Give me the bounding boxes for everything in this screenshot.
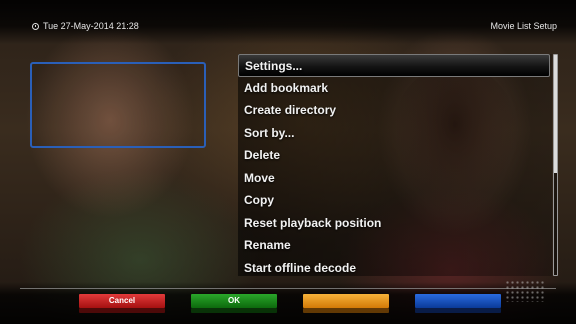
ok-button-reflection bbox=[191, 308, 277, 313]
menu-item-label: Reset playback position bbox=[244, 215, 382, 230]
menu-item-label: Add bookmark bbox=[244, 80, 329, 95]
datetime-text: Tue 27-May-2014 21:28 bbox=[43, 21, 139, 31]
menu-item-label: Rename bbox=[244, 238, 291, 252]
menu-item-reset-playback[interactable]: Reset playback position bbox=[238, 212, 552, 235]
menu-item-label: Sort by... bbox=[244, 125, 295, 140]
footer-divider bbox=[20, 288, 556, 289]
menu-item-create-directory[interactable]: Create directory bbox=[238, 99, 552, 122]
yellow-button-reflection bbox=[303, 308, 389, 313]
blue-button[interactable] bbox=[415, 294, 501, 308]
header-bar: Tue 27-May-2014 21:28 Movie List Setup bbox=[0, 0, 576, 44]
dot-matrix-logo bbox=[505, 280, 545, 302]
menu-item-label: Delete bbox=[244, 148, 281, 162]
menu-scrollbar[interactable] bbox=[553, 54, 558, 276]
menu-item-label: Settings... bbox=[245, 59, 303, 73]
menu-item-label: Start offline decode bbox=[244, 260, 357, 275]
clock-icon bbox=[32, 22, 39, 30]
datetime-display: Tue 27-May-2014 21:28 bbox=[32, 21, 139, 31]
menu-item-settings[interactable]: Settings... bbox=[238, 54, 550, 77]
menu-item-offline-decode[interactable]: Start offline decode bbox=[238, 257, 552, 280]
menu-item-sort-by[interactable]: Sort by... bbox=[238, 122, 552, 145]
menu-item-rename[interactable]: Rename bbox=[238, 234, 552, 257]
menu-item-delete[interactable]: Delete bbox=[238, 144, 552, 167]
screen-title: Movie List Setup bbox=[490, 21, 557, 31]
menu-item-label: Copy bbox=[244, 193, 274, 207]
yellow-button[interactable] bbox=[303, 294, 389, 308]
menu-item-label: Create directory bbox=[244, 103, 337, 117]
context-menu: Settings... Add bookmark Create director… bbox=[238, 54, 552, 276]
menu-item-move[interactable]: Move bbox=[238, 167, 552, 190]
cancel-button[interactable]: Cancel bbox=[79, 294, 165, 308]
cancel-button-reflection bbox=[79, 308, 165, 313]
video-preview-window bbox=[30, 62, 206, 148]
blue-button-reflection bbox=[415, 308, 501, 313]
scrollbar-thumb[interactable] bbox=[554, 55, 557, 173]
menu-item-add-bookmark[interactable]: Add bookmark bbox=[238, 77, 552, 100]
ok-button[interactable]: OK bbox=[191, 294, 277, 308]
menu-item-label: Move bbox=[244, 170, 275, 185]
menu-item-copy[interactable]: Copy bbox=[238, 189, 552, 212]
